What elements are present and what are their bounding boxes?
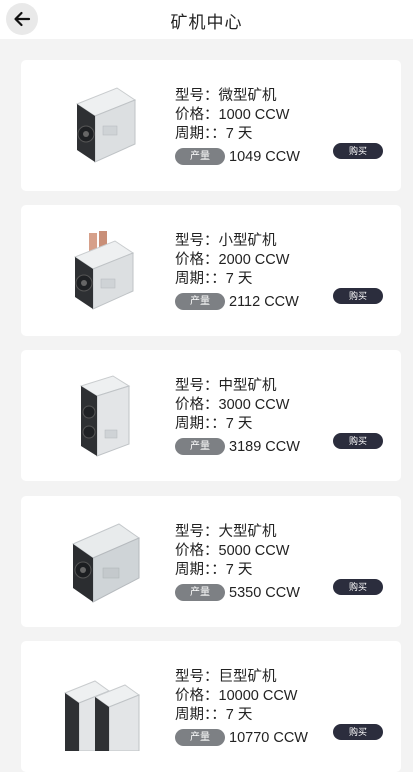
model-text: 型号：微型矿机	[175, 88, 277, 104]
period-text: 周期：：7 天	[175, 271, 253, 287]
output-badge: 产量	[175, 293, 225, 310]
output-row: 产量 1049 CCW	[175, 148, 300, 165]
output-row: 产量 3189 CCW	[175, 438, 300, 455]
output-badge: 产量	[175, 148, 225, 165]
price-text: 价格：10000 CCW	[175, 688, 298, 704]
miner-card: 型号：小型矿机 价格：2000 CCW 周期：：7 天 产量 2112 CCW …	[21, 205, 401, 336]
output-badge: 产量	[175, 584, 225, 601]
buy-button[interactable]: 购买	[333, 433, 383, 449]
page-title: 矿机中心	[170, 13, 243, 32]
price-text: 价格：1000 CCW	[175, 107, 290, 123]
period-text: 周期：：7 天	[175, 416, 253, 432]
output-row: 产量 10770 CCW	[175, 729, 308, 746]
mining-machine-image	[75, 87, 137, 163]
output-badge: 产量	[175, 438, 225, 455]
period-text: 周期：：7 天	[175, 562, 253, 578]
mining-machine-image	[79, 375, 131, 457]
mining-machine-image	[73, 231, 135, 310]
miner-card: 型号：大型矿机 价格：5000 CCW 周期：：7 天 产量 5350 CCW …	[21, 496, 401, 627]
output-badge: 产量	[175, 729, 225, 746]
output-value: 10770 CCW	[229, 729, 308, 746]
miner-info: 型号：中型矿机 价格：3000 CCW 周期：：7 天	[175, 377, 289, 434]
buy-button[interactable]: 购买	[333, 143, 383, 159]
buy-button[interactable]: 购买	[333, 288, 383, 304]
output-row: 产量 2112 CCW	[175, 293, 299, 310]
model-text: 型号：小型矿机	[175, 233, 277, 249]
mining-machine-image	[71, 523, 141, 603]
price-text: 价格：5000 CCW	[175, 543, 290, 559]
output-value: 2112 CCW	[229, 293, 299, 310]
buy-button[interactable]: 购买	[333, 724, 383, 740]
miner-card: 型号：巨型矿机 价格：10000 CCW 周期：：7 天 产量 10770 CC…	[21, 641, 401, 772]
output-value: 3189 CCW	[229, 438, 300, 455]
model-text: 型号：大型矿机	[175, 524, 277, 540]
app-header: 矿机中心	[0, 0, 413, 39]
miner-card: 型号：中型矿机 价格：3000 CCW 周期：：7 天 产量 3189 CCW …	[21, 350, 401, 481]
output-value: 1049 CCW	[229, 148, 300, 165]
period-text: 周期：：7 天	[175, 707, 253, 723]
model-text: 型号：中型矿机	[175, 378, 277, 394]
miner-card: 型号：微型矿机 价格：1000 CCW 周期：：7 天 产量 1049 CCW …	[21, 60, 401, 191]
miner-info: 型号：巨型矿机 价格：10000 CCW 周期：：7 天	[175, 668, 297, 725]
period-text: 周期：：7 天	[175, 126, 253, 142]
miner-info: 型号：小型矿机 价格：2000 CCW 周期：：7 天	[175, 232, 289, 289]
miner-info: 型号：微型矿机 价格：1000 CCW 周期：：7 天	[175, 87, 289, 144]
price-text: 价格：2000 CCW	[175, 252, 290, 268]
miner-info: 型号：大型矿机 价格：5000 CCW 周期：：7 天	[175, 523, 289, 580]
model-text: 型号：巨型矿机	[175, 669, 277, 685]
output-row: 产量 5350 CCW	[175, 584, 300, 601]
buy-button[interactable]: 购买	[333, 579, 383, 595]
output-value: 5350 CCW	[229, 584, 300, 601]
price-text: 价格：3000 CCW	[175, 397, 290, 413]
mining-machine-image	[63, 680, 141, 751]
